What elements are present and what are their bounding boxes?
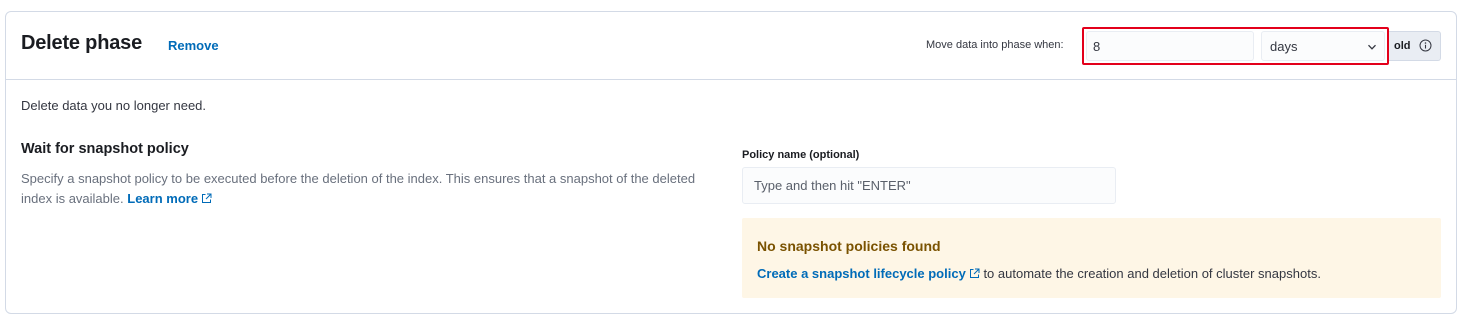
- snapshot-section-title: Wait for snapshot policy: [21, 141, 189, 157]
- callout-body: Create a snapshot lifecycle policy to au…: [757, 266, 1321, 281]
- callout-text: to automate the creation and deletion of…: [983, 266, 1321, 281]
- phase-age-unit-select[interactable]: days: [1261, 31, 1385, 61]
- delete-phase-panel: Delete phase Remove Move data into phase…: [5, 11, 1457, 314]
- create-policy-link[interactable]: Create a snapshot lifecycle policy: [757, 266, 980, 281]
- info-icon[interactable]: [1419, 39, 1432, 52]
- phase-age-input[interactable]: [1086, 31, 1254, 61]
- learn-more-link[interactable]: Learn more: [127, 191, 212, 206]
- phase-header: Delete phase Remove Move data into phase…: [6, 12, 1456, 80]
- learn-more-label: Learn more: [127, 191, 199, 206]
- move-data-label: Move data into phase when:: [926, 39, 1064, 51]
- remove-phase-button[interactable]: Remove: [168, 38, 219, 53]
- no-policies-callout: No snapshot policies found Create a snap…: [742, 218, 1441, 298]
- callout-title: No snapshot policies found: [757, 238, 941, 254]
- old-append: old: [1389, 31, 1441, 61]
- create-policy-label: Create a snapshot lifecycle policy: [757, 266, 966, 281]
- old-label: old: [1394, 40, 1411, 52]
- phase-description: Delete data you no longer need.: [21, 98, 207, 113]
- chevron-down-icon: [1368, 44, 1376, 50]
- snapshot-section-text: Specify a snapshot policy to be executed…: [21, 171, 696, 206]
- phase-title: Delete phase: [21, 32, 142, 54]
- external-link-icon: [969, 268, 980, 278]
- snapshot-section-description: Specify a snapshot policy to be executed…: [21, 169, 721, 209]
- unit-select-value: days: [1270, 39, 1298, 54]
- external-link-icon: [202, 193, 212, 203]
- policy-name-label: Policy name (optional): [742, 149, 860, 161]
- policy-name-input[interactable]: [742, 167, 1116, 204]
